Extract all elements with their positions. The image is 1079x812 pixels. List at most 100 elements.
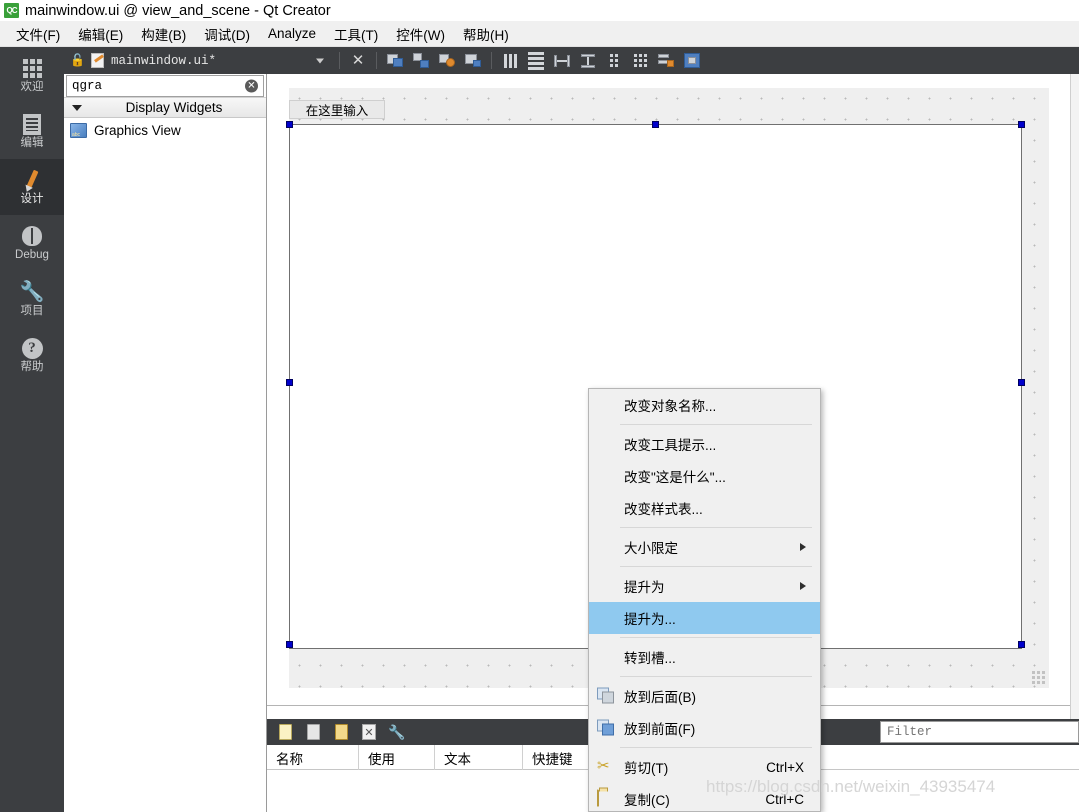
- widget-item-graphics-view[interactable]: Graphics View: [64, 118, 266, 142]
- menu-item-size-constraints[interactable]: 大小限定: [589, 531, 820, 563]
- menu-analyze[interactable]: Analyze: [259, 24, 325, 43]
- form-menubar-placeholder[interactable]: 在这里输入: [289, 100, 385, 119]
- mode-item-help[interactable]: ? 帮助: [0, 327, 64, 383]
- edit-tab-order-button[interactable]: [462, 50, 484, 72]
- layout-vertically-icon: [528, 51, 544, 70]
- menu-item-label: 剪切(T): [624, 761, 669, 776]
- mode-label-projects: 项目: [20, 305, 44, 318]
- selection-handle-top-left[interactable]: [286, 121, 293, 128]
- menu-item-label: 复制(C): [624, 793, 670, 808]
- menu-item-label: 提升为: [624, 580, 665, 595]
- menu-item-promote-to-dialog[interactable]: 提升为...: [589, 602, 820, 634]
- mode-item-design[interactable]: 设计: [0, 159, 64, 215]
- column-header-used[interactable]: 使用: [359, 745, 435, 770]
- menu-window[interactable]: 控件(W): [387, 22, 454, 46]
- chevron-right-icon: [800, 543, 806, 551]
- menu-item-bring-to-front[interactable]: 放到前面(F): [589, 712, 820, 744]
- menu-item-cut[interactable]: ✂ 剪切(T) Ctrl+X: [589, 751, 820, 783]
- mode-label-help: 帮助: [20, 361, 44, 374]
- form-resize-grip[interactable]: [1032, 671, 1045, 684]
- chevron-down-icon[interactable]: [316, 58, 324, 63]
- close-icon: ✕: [351, 52, 365, 69]
- mode-item-projects[interactable]: 🔧 项目: [0, 271, 64, 327]
- adjust-size-button[interactable]: [681, 50, 703, 72]
- bug-icon: [22, 224, 42, 248]
- menu-item-copy[interactable]: 复制(C) Ctrl+C: [589, 783, 820, 811]
- mode-label-design: 设计: [20, 193, 44, 206]
- selection-handle-middle-left[interactable]: [286, 379, 293, 386]
- selection-handle-bottom-right[interactable]: [1018, 641, 1025, 648]
- filter-input[interactable]: [887, 725, 1078, 739]
- clear-search-icon[interactable]: ✕: [245, 79, 258, 93]
- canvas-scrollbar[interactable]: [1070, 74, 1079, 719]
- menu-file[interactable]: 文件(F): [7, 22, 69, 46]
- menu-item-go-to-slot[interactable]: 转到槽...: [589, 641, 820, 673]
- editor-toolbar: 🔓 mainwindow.ui* ✕: [64, 47, 1079, 74]
- layout-vertically-button[interactable]: [525, 50, 547, 72]
- close-document-button[interactable]: ✕: [347, 50, 369, 72]
- mode-selector: 欢迎 编辑 设计 Debug 🔧 项目 ? 帮助: [0, 47, 64, 812]
- current-file-name: mainwindow.ui*: [110, 53, 216, 68]
- grid-icon: [22, 56, 42, 80]
- layout-splitter-vertical-button[interactable]: [577, 50, 599, 72]
- menu-debug[interactable]: 调试(D): [195, 22, 259, 46]
- send-to-back-icon: [597, 687, 615, 705]
- selection-handle-middle-right[interactable]: [1018, 379, 1025, 386]
- document-icon: [23, 112, 41, 136]
- selection-handle-top-center[interactable]: [652, 121, 659, 128]
- edit-widgets-button[interactable]: [384, 50, 406, 72]
- layout-form-button[interactable]: [603, 50, 625, 72]
- paste-action-button[interactable]: [329, 721, 353, 743]
- menu-item-change-tooltip[interactable]: 改变工具提示...: [589, 428, 820, 460]
- toolbar-separator: [376, 52, 377, 69]
- break-layout-button[interactable]: [655, 50, 677, 72]
- open-documents-combo[interactable]: 🔓 mainwindow.ui*: [64, 47, 334, 74]
- menu-separator: [620, 637, 812, 638]
- action-filter-field[interactable]: [880, 721, 1079, 743]
- selection-handle-top-right[interactable]: [1018, 121, 1025, 128]
- layout-grid-button[interactable]: [629, 50, 651, 72]
- delete-action-button[interactable]: ✕: [357, 721, 381, 743]
- edit-tab-order-icon: [464, 53, 482, 69]
- menu-item-change-whats-this[interactable]: 改变"这是什么"...: [589, 460, 820, 492]
- layout-horizontally-button[interactable]: [499, 50, 521, 72]
- pencil-icon: [21, 168, 43, 192]
- graphics-view-icon: [70, 122, 87, 138]
- layout-splitter-horizontal-button[interactable]: [551, 50, 573, 72]
- mode-item-edit[interactable]: 编辑: [0, 103, 64, 159]
- question-circle-icon: ?: [21, 336, 43, 360]
- column-header-text[interactable]: 文本: [435, 745, 523, 770]
- unlocked-padlock-icon[interactable]: 🔓: [70, 53, 85, 68]
- paste-action-icon: [334, 724, 348, 740]
- copy-action-button[interactable]: [301, 721, 325, 743]
- search-input[interactable]: [67, 79, 237, 93]
- menu-item-send-to-back[interactable]: 放到后面(B): [589, 680, 820, 712]
- delete-action-icon: ✕: [362, 724, 376, 740]
- wrench-icon: 🔧: [19, 281, 45, 304]
- edit-buddies-button[interactable]: [436, 50, 458, 72]
- menu-tools[interactable]: 工具(T): [325, 22, 387, 46]
- edit-signals-slots-button[interactable]: [410, 50, 432, 72]
- new-action-button[interactable]: [273, 721, 297, 743]
- widget-group-display-widgets[interactable]: Display Widgets: [64, 97, 266, 118]
- configure-button[interactable]: 🔧: [385, 721, 409, 743]
- menu-edit[interactable]: 编辑(E): [69, 22, 132, 46]
- menu-help[interactable]: 帮助(H): [454, 22, 518, 46]
- menu-separator: [620, 676, 812, 677]
- menu-item-change-stylesheet[interactable]: 改变样式表...: [589, 492, 820, 524]
- selection-handle-bottom-left[interactable]: [286, 641, 293, 648]
- menu-item-change-object-name[interactable]: 改变对象名称...: [589, 389, 820, 421]
- layout-splitter-vertical-icon: [580, 53, 597, 69]
- toolbar-separator: [491, 52, 492, 69]
- menu-item-label: 放到后面(B): [624, 690, 696, 705]
- mode-item-debug[interactable]: Debug: [0, 215, 64, 271]
- menu-bar: 文件(F) 编辑(E) 构建(B) 调试(D) Analyze 工具(T) 控件…: [0, 21, 1079, 47]
- column-header-name[interactable]: 名称: [267, 745, 359, 770]
- mode-item-welcome[interactable]: 欢迎: [0, 47, 64, 103]
- edit-widgets-icon: [386, 53, 404, 69]
- menu-separator: [620, 527, 812, 528]
- menu-separator: [620, 747, 812, 748]
- menu-item-promote-to-submenu[interactable]: 提升为: [589, 570, 820, 602]
- menu-build[interactable]: 构建(B): [132, 22, 195, 46]
- widget-box-search[interactable]: ✕: [66, 75, 264, 97]
